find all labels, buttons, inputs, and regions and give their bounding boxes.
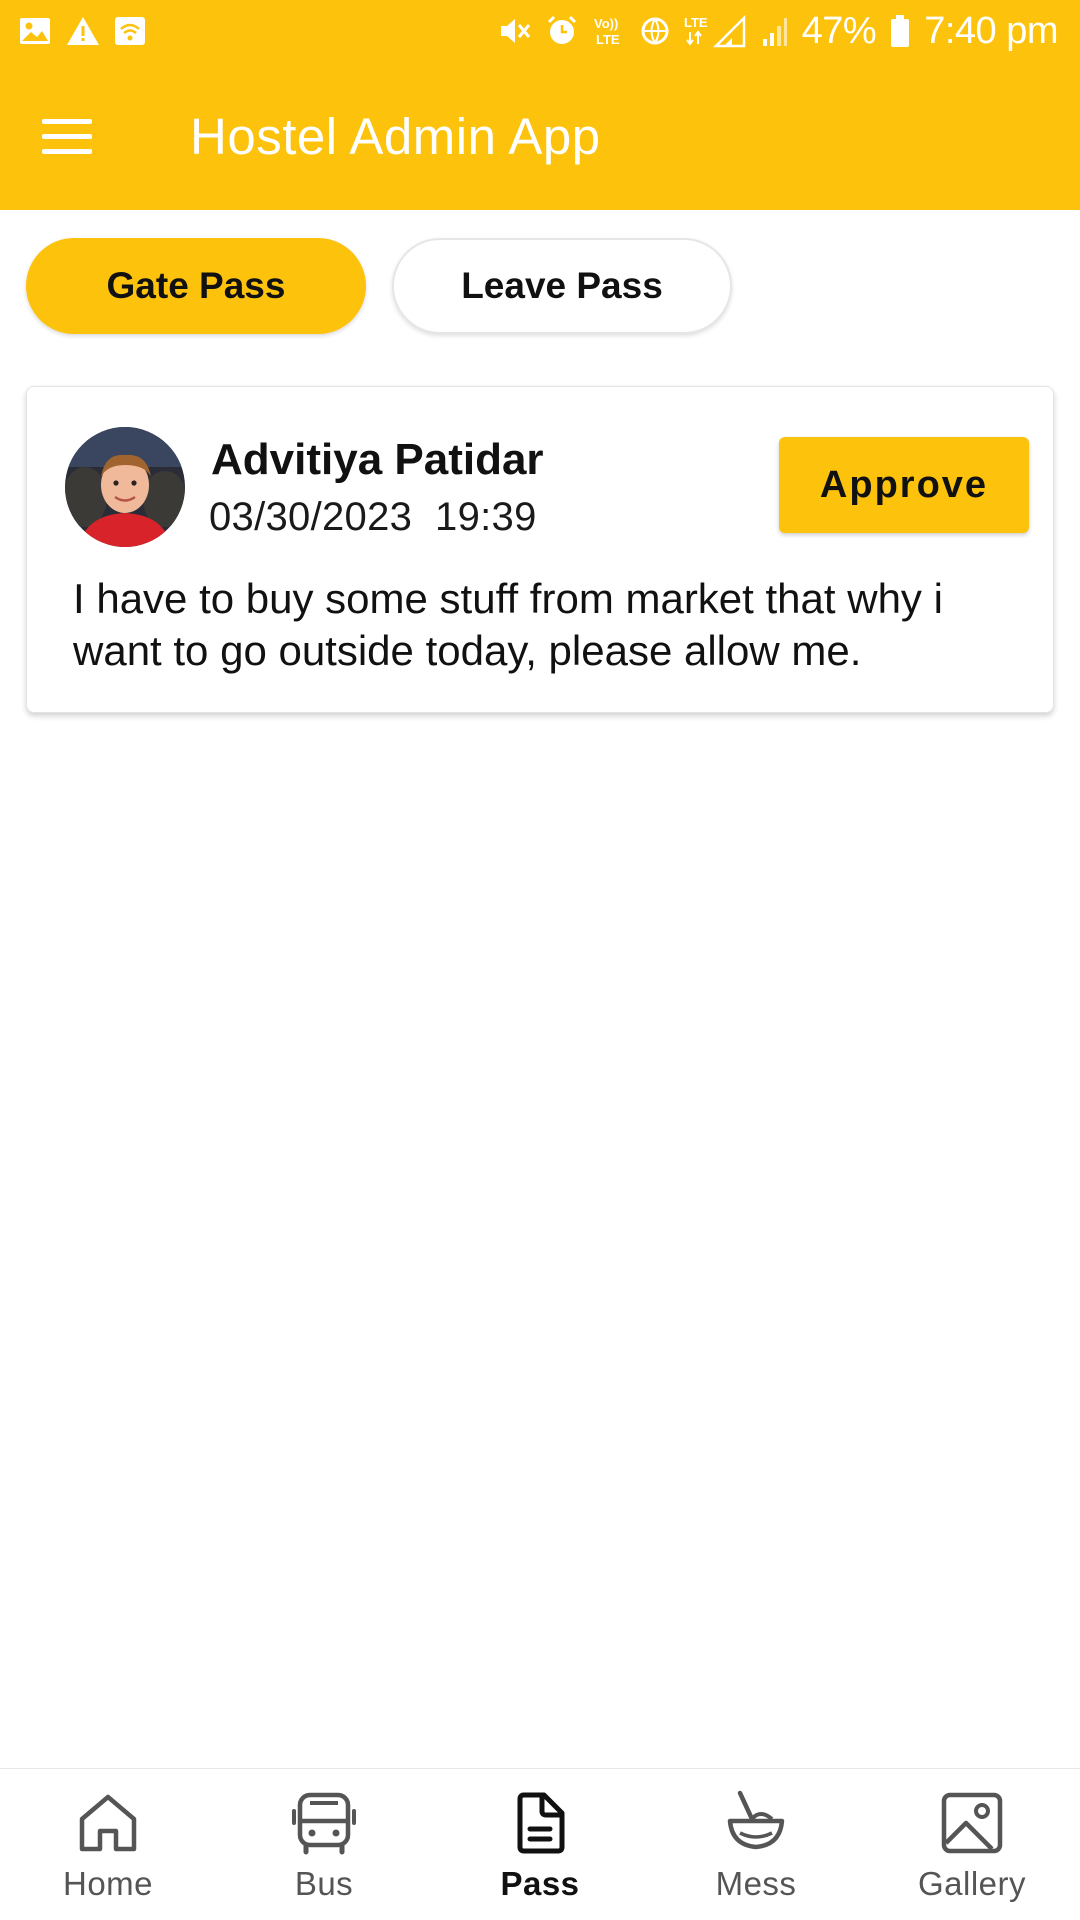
alarm-icon <box>546 15 578 47</box>
nav-item-pass[interactable]: Pass <box>432 1769 648 1920</box>
pass-icon <box>504 1787 576 1859</box>
nav-label-bus: Bus <box>294 1865 354 1902</box>
nav-item-mess[interactable]: Mess <box>648 1769 864 1920</box>
lte-signal-icon: LTE <box>684 14 748 48</box>
app-bar: Hostel Admin App <box>0 62 1080 210</box>
nav-label-home: Home <box>62 1865 154 1902</box>
home-icon <box>72 1787 144 1859</box>
warning-icon <box>66 16 100 46</box>
nav-label-pass: Pass <box>500 1865 580 1902</box>
nav-label-mess: Mess <box>715 1865 797 1902</box>
bottom-navigation: Home Bus Pass Mess Gallery <box>0 1768 1080 1920</box>
image-notification-icon <box>18 16 52 46</box>
battery-percent: 47% <box>801 9 877 52</box>
mute-icon <box>498 16 532 46</box>
volte-icon: Vo)) LTE <box>592 14 626 48</box>
status-bar: Vo)) LTE LTE 47% 7:40 pm <box>0 0 1080 62</box>
nav-item-home[interactable]: Home <box>0 1769 216 1920</box>
wifi-notification-icon <box>114 16 146 46</box>
pass-request-card: Advitiya Patidar 03/30/2023 19:39 Approv… <box>26 386 1054 713</box>
status-right: Vo)) LTE LTE 47% 7:40 pm <box>498 10 1058 53</box>
svg-text:Vo)): Vo)) <box>594 16 618 31</box>
gallery-icon <box>936 1787 1008 1859</box>
app-title: Hostel Admin App <box>190 107 601 165</box>
nav-label-gallery: Gallery <box>917 1865 1027 1902</box>
nav-item-bus[interactable]: Bus <box>216 1769 432 1920</box>
svg-text:LTE: LTE <box>596 32 620 47</box>
battery-icon <box>890 14 910 48</box>
student-name: Advitiya Patidar <box>211 435 544 484</box>
pass-type-tabs: Gate Pass Leave Pass <box>26 238 732 334</box>
tab-gate-pass[interactable]: Gate Pass <box>26 238 366 334</box>
bus-icon <box>288 1787 360 1859</box>
hamburger-menu-icon[interactable] <box>42 106 102 166</box>
signal-icon <box>762 15 788 47</box>
avatar <box>65 427 185 547</box>
clock: 7:40 pm <box>924 9 1058 52</box>
request-reason: I have to buy some stuff from market tha… <box>73 575 943 674</box>
status-left <box>18 16 146 46</box>
svg-text:LTE: LTE <box>684 15 708 30</box>
tab-leave-pass[interactable]: Leave Pass <box>392 238 732 334</box>
request-datetime: 03/30/2023 19:39 <box>209 495 537 539</box>
data-saver-icon <box>640 16 670 46</box>
nav-item-gallery[interactable]: Gallery <box>864 1769 1080 1920</box>
mess-icon <box>720 1787 792 1859</box>
approve-button[interactable]: Approve <box>779 437 1029 533</box>
